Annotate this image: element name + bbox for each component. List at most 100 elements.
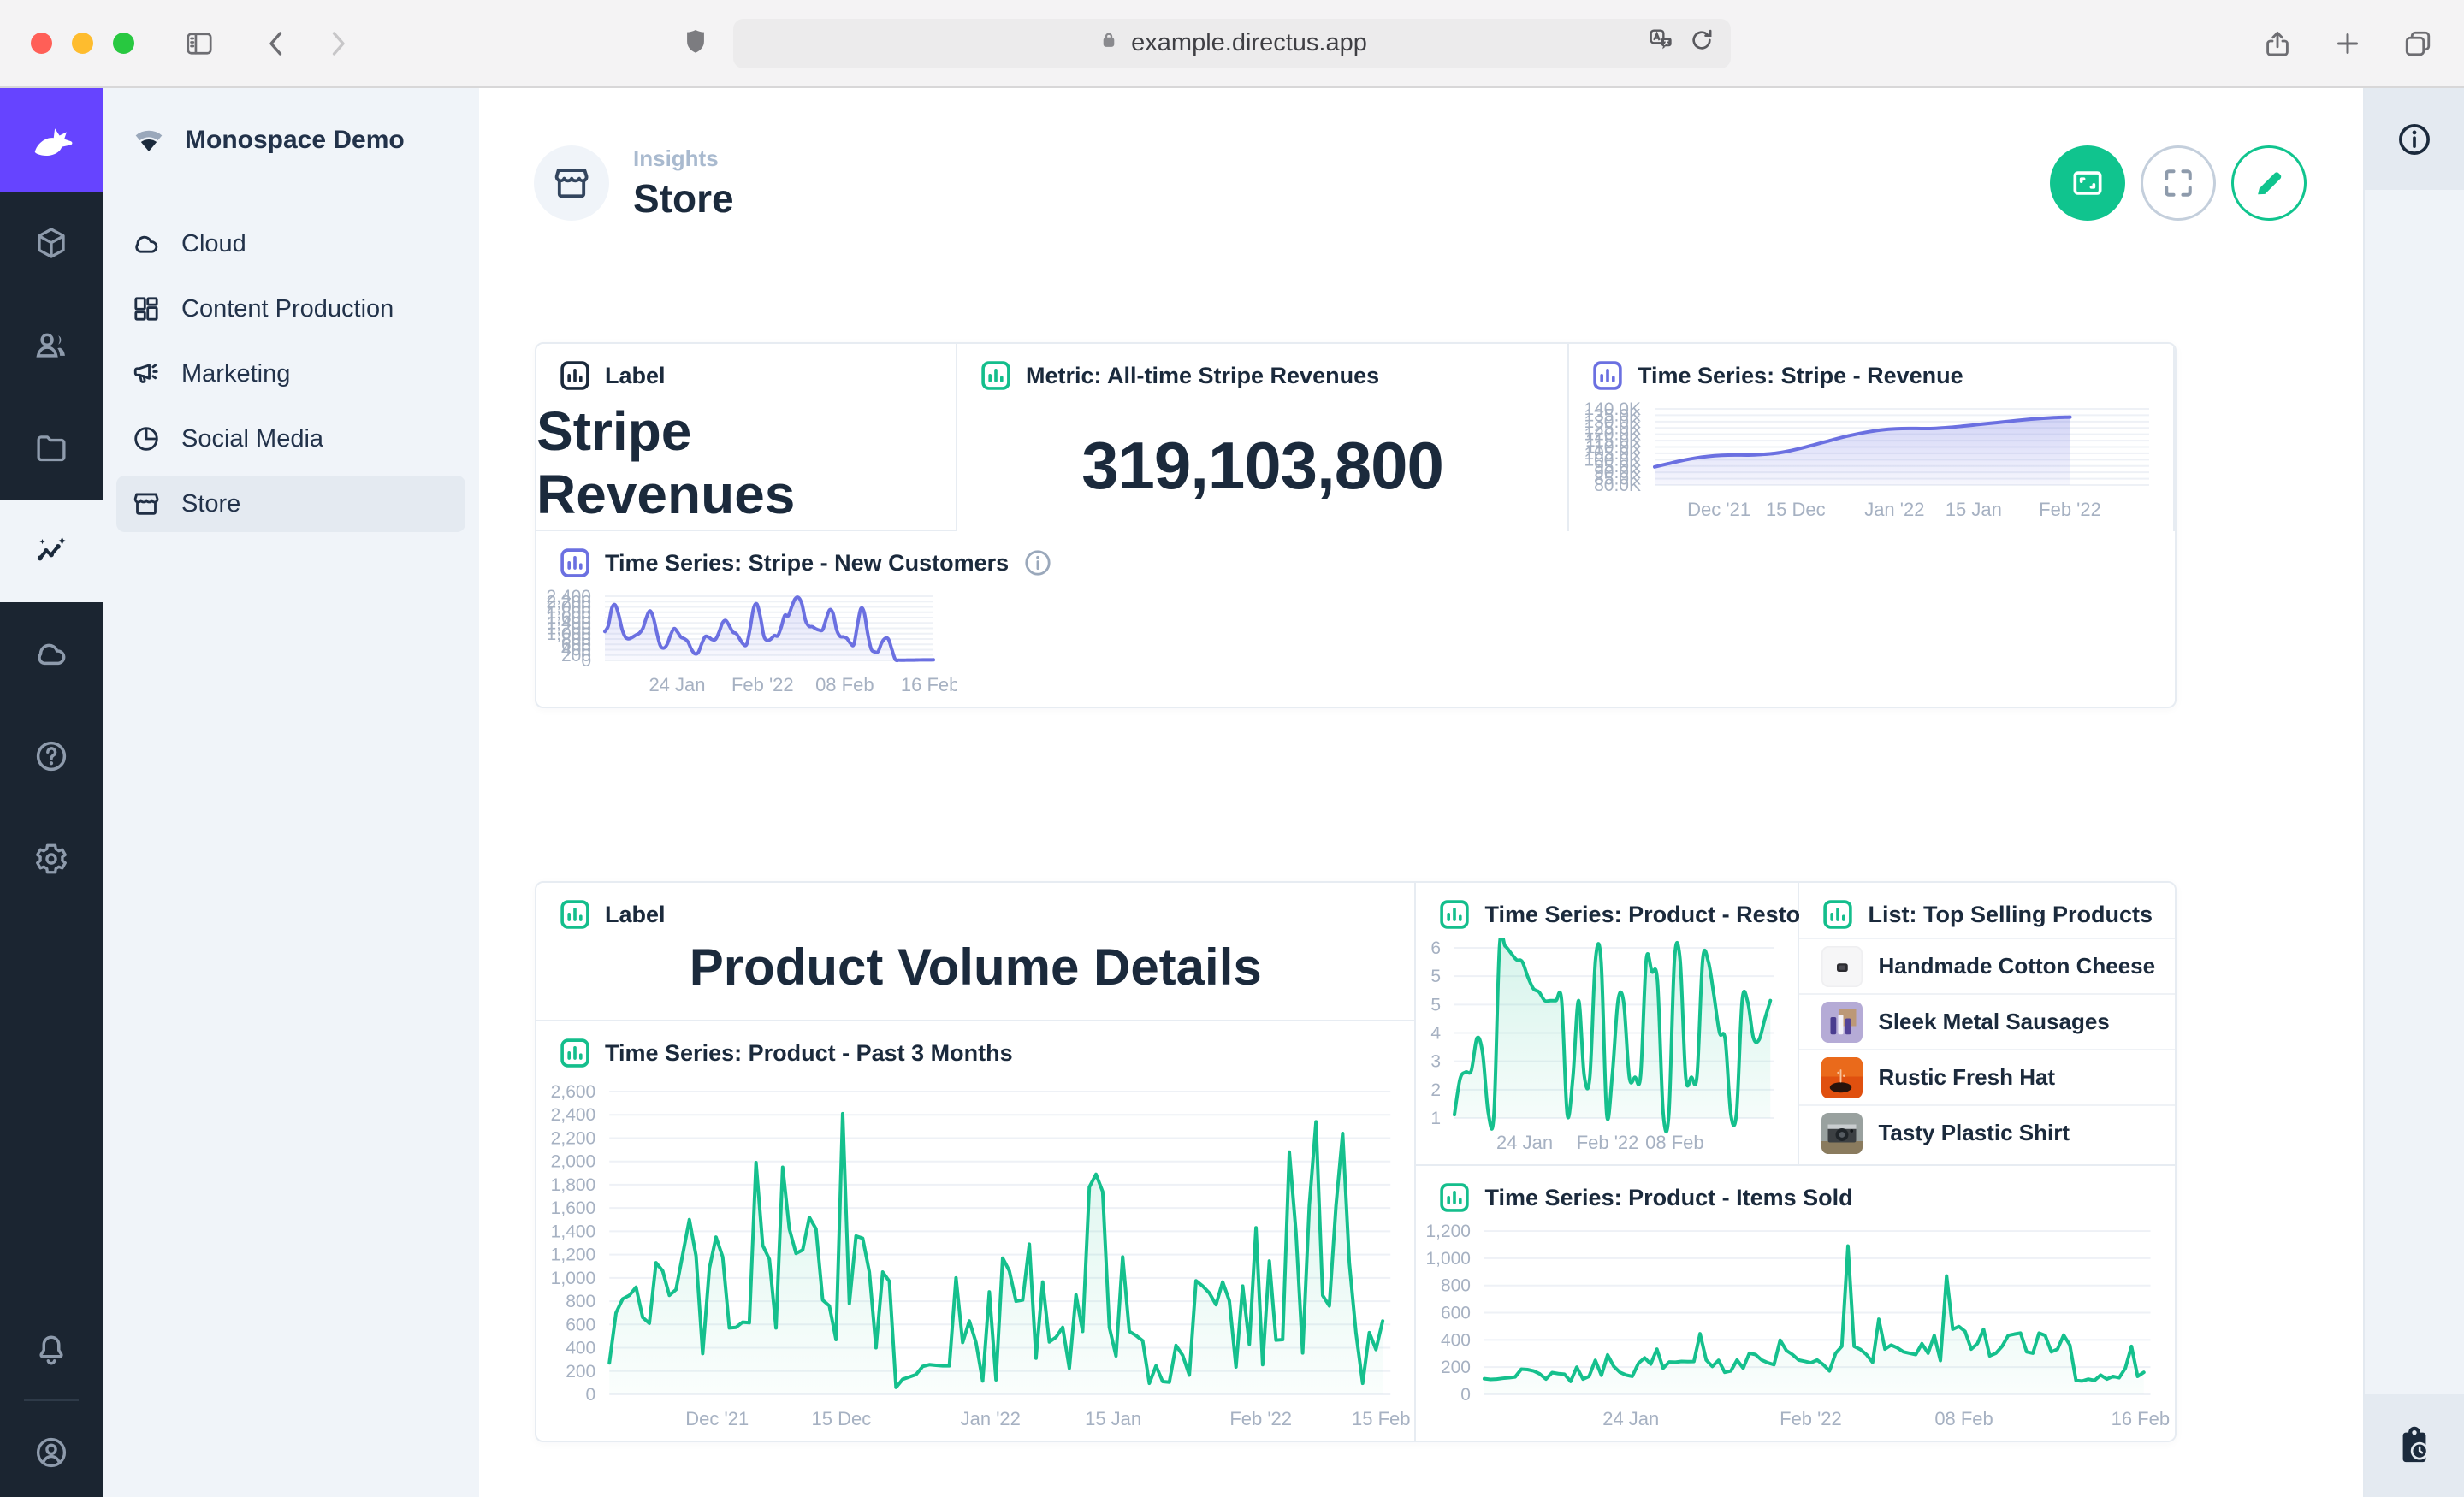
svg-text:16 Feb: 16 Feb bbox=[2112, 1408, 2170, 1429]
svg-text:Jan '22: Jan '22 bbox=[1864, 499, 1924, 520]
pencil-icon bbox=[2250, 164, 2288, 202]
panel-chart-new-customers[interactable]: Time Series: Stripe - New Customers 2,40… bbox=[536, 531, 957, 707]
zoom-to-fit-button[interactable] bbox=[2050, 145, 2125, 221]
dashboard-badge bbox=[534, 145, 609, 221]
sidebar-info-section[interactable] bbox=[2365, 88, 2464, 190]
svg-text:Feb '22: Feb '22 bbox=[732, 674, 794, 695]
panel-chart-items-sold[interactable]: Time Series: Product - Items Sold 1,200 1… bbox=[1416, 1166, 2175, 1441]
svg-text:0: 0 bbox=[581, 651, 591, 671]
info-icon[interactable] bbox=[1022, 547, 1053, 578]
panel-chart-past-3-months[interactable]: Time Series: Product - Past 3 Months 2,6… bbox=[536, 1021, 1414, 1441]
panel-type-icon bbox=[1438, 898, 1471, 931]
fullscreen-button[interactable] bbox=[2141, 145, 2216, 221]
svg-text:5: 5 bbox=[1431, 967, 1442, 986]
svg-text:6: 6 bbox=[1431, 938, 1442, 958]
notifications-bell-icon[interactable] bbox=[0, 1307, 103, 1393]
module-insights-icon[interactable] bbox=[0, 500, 103, 602]
forward-button[interactable] bbox=[323, 28, 353, 59]
module-users-icon[interactable] bbox=[0, 294, 103, 397]
panel-list-top-selling[interactable]: List: Top Selling Products Handmade Cott… bbox=[1799, 883, 2175, 1164]
dashboard-workspace: Label Stripe Revenues Metric: All-time S… bbox=[479, 278, 2363, 1497]
svg-text:800: 800 bbox=[566, 1292, 595, 1311]
items-sold-chart: 1,2001,000800600400200024 JanFeb '2208 F… bbox=[1416, 1221, 2175, 1435]
module-content-icon[interactable] bbox=[0, 192, 103, 294]
svg-text:4: 4 bbox=[1431, 1024, 1442, 1044]
svg-text:1,000: 1,000 bbox=[1426, 1249, 1471, 1269]
project-header[interactable]: Monospace Demo bbox=[103, 88, 479, 192]
panel-label-product-volume[interactable]: Label Product Volume Details bbox=[536, 883, 1414, 1021]
svg-text:2,600: 2,600 bbox=[551, 1082, 596, 1102]
svg-text:2,400: 2,400 bbox=[551, 1105, 596, 1125]
new-customers-chart: 2,4002,2002,0001,8001,6001,4001,2001,000… bbox=[536, 586, 957, 701]
user-avatar-icon[interactable] bbox=[0, 1408, 103, 1497]
url-text: example.directus.app bbox=[1131, 29, 1367, 57]
svg-text:15 Jan: 15 Jan bbox=[1946, 499, 2002, 520]
panel-title: Time Series: Product - Items Sold bbox=[1484, 1185, 1852, 1211]
right-sidebar bbox=[2363, 88, 2464, 1497]
module-cloud-icon[interactable] bbox=[0, 602, 103, 705]
fit-screen-icon bbox=[2069, 164, 2106, 202]
sidebar-item-store[interactable]: Store bbox=[116, 476, 465, 532]
share-icon[interactable] bbox=[2262, 28, 2293, 59]
minimize-window-button[interactable] bbox=[72, 33, 93, 54]
panel-chart-stripe-revenue[interactable]: Time Series: Stripe - Revenue 140.0K135.… bbox=[1569, 344, 2175, 531]
pie-chart-icon bbox=[132, 424, 161, 453]
sidebar-item-content-production[interactable]: Content Production bbox=[116, 281, 465, 337]
storefront-icon bbox=[132, 489, 161, 518]
page-title: Store bbox=[633, 175, 734, 222]
edit-dashboard-button[interactable] bbox=[2231, 145, 2307, 221]
activity-log-section[interactable] bbox=[2365, 1394, 2464, 1497]
panel-chart-restocks[interactable]: Time Series: Product - Restocks 65543212… bbox=[1416, 883, 1799, 1164]
list-item[interactable]: Rustic Fresh Hat bbox=[1799, 1049, 2175, 1104]
sidebar-item-marketing[interactable]: Marketing bbox=[116, 346, 465, 402]
svg-text:2: 2 bbox=[1431, 1080, 1442, 1100]
svg-text:Feb '22: Feb '22 bbox=[1780, 1408, 1843, 1429]
new-tab-icon[interactable] bbox=[2332, 28, 2363, 59]
svg-text:1,000: 1,000 bbox=[551, 1269, 596, 1288]
zoom-window-button[interactable] bbox=[113, 33, 134, 54]
panel-title: Time Series: Stripe - New Customers bbox=[605, 550, 1009, 577]
svg-text:1: 1 bbox=[1431, 1109, 1442, 1128]
list-item[interactable]: Sleek Metal Sausages bbox=[1799, 993, 2175, 1049]
restocks-chart: 655432124 JanFeb '2208 Feb bbox=[1416, 938, 1798, 1159]
product-name: Handmade Cotton Cheese bbox=[1878, 953, 2155, 979]
svg-text:Dec '21: Dec '21 bbox=[685, 1408, 749, 1429]
sidebar-item-label: Marketing bbox=[181, 360, 290, 388]
panel-metric-stripe-revenues[interactable]: Metric: All-time Stripe Revenues 319,103… bbox=[957, 344, 1569, 531]
directus-logo[interactable] bbox=[0, 88, 103, 192]
sidebar-item-label: Store bbox=[181, 490, 240, 518]
reload-icon[interactable] bbox=[1688, 27, 1715, 61]
sidebar-item-cloud[interactable]: Cloud bbox=[116, 216, 465, 272]
breadcrumb[interactable]: Insights bbox=[633, 145, 734, 172]
label-text: Product Volume Details bbox=[536, 914, 1414, 1020]
svg-text:24 Jan: 24 Jan bbox=[1497, 1132, 1554, 1153]
nav-sidebar: Monospace Demo Cloud Content Production … bbox=[103, 88, 479, 1497]
clipboard-clock-icon bbox=[2395, 1426, 2434, 1465]
fullscreen-icon bbox=[2159, 164, 2197, 202]
list-item[interactable]: Handmade Cotton Cheese bbox=[1799, 938, 2175, 993]
panel-type-icon bbox=[1821, 898, 1854, 931]
close-window-button[interactable] bbox=[31, 33, 52, 54]
sidebar-item-social-media[interactable]: Social Media bbox=[116, 411, 465, 467]
svg-text:1,200: 1,200 bbox=[1426, 1222, 1471, 1241]
window-controls bbox=[31, 33, 134, 54]
panel-type-icon bbox=[1591, 359, 1624, 392]
privacy-shield-icon[interactable] bbox=[681, 27, 710, 60]
module-files-icon[interactable] bbox=[0, 397, 103, 500]
project-name: Monospace Demo bbox=[185, 126, 405, 155]
svg-text:15 Dec: 15 Dec bbox=[812, 1408, 872, 1429]
panel-type-icon bbox=[559, 1037, 591, 1069]
panel-label-stripe[interactable]: Label Stripe Revenues bbox=[536, 344, 957, 531]
lock-icon bbox=[1097, 28, 1121, 59]
back-button[interactable] bbox=[261, 28, 292, 59]
svg-text:15 Jan: 15 Jan bbox=[1085, 1408, 1141, 1429]
address-bar[interactable]: example.directus.app bbox=[733, 19, 1731, 68]
translate-icon[interactable] bbox=[1647, 27, 1674, 61]
tab-overview-icon[interactable] bbox=[2402, 28, 2433, 59]
panel-title: Time Series: Stripe - Revenue bbox=[1638, 363, 1964, 389]
svg-text:16 Feb: 16 Feb bbox=[901, 674, 957, 695]
sidebar-toggle-icon[interactable] bbox=[184, 28, 215, 59]
module-help-icon[interactable] bbox=[0, 705, 103, 808]
module-settings-icon[interactable] bbox=[0, 808, 103, 910]
list-item[interactable]: Tasty Plastic Shirt bbox=[1799, 1104, 2175, 1160]
